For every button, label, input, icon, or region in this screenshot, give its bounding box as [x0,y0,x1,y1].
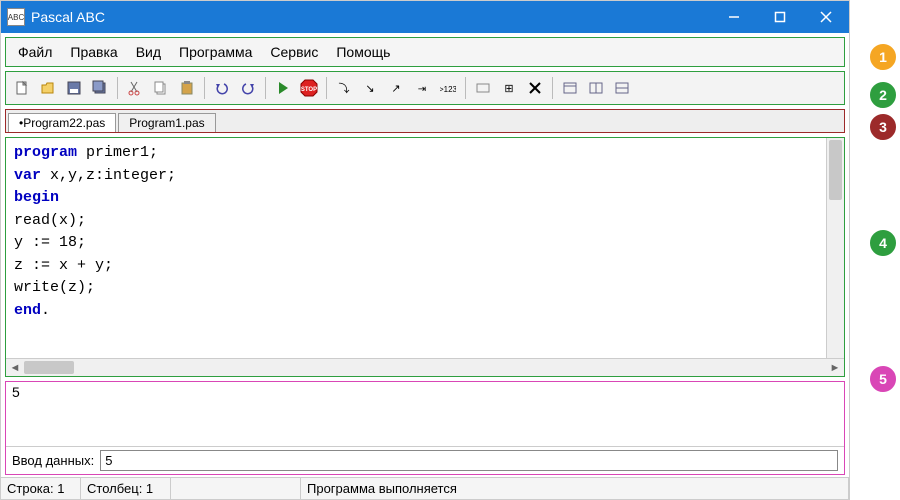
open-icon[interactable] [36,76,60,100]
tab[interactable]: •Program22.pas [8,113,116,132]
status-column: Столбец: 1 [81,478,171,499]
window3-icon[interactable] [610,76,634,100]
window2-icon[interactable] [584,76,608,100]
menu-сервис[interactable]: Сервис [262,41,326,63]
titlebar: ABC Pascal ABC [1,1,849,33]
window-title: Pascal ABC [31,9,711,25]
new-file-icon[interactable] [10,76,34,100]
input-label: Ввод данных: [12,453,94,468]
save-icon[interactable] [62,76,86,100]
app-icon: ABC [7,8,25,26]
step-into-icon[interactable]: ↘ [358,76,382,100]
undo-icon[interactable] [210,76,234,100]
menu-вид[interactable]: Вид [128,41,169,63]
paste-icon[interactable] [175,76,199,100]
scroll-right-icon[interactable]: ► [826,362,844,374]
annotation-badge-4: 4 [870,230,896,256]
annotation-badge-1: 1 [870,44,896,70]
status-message: Программа выполняется [301,478,849,499]
tabbar: •Program22.pasProgram1.pas [5,109,845,133]
step-out-icon[interactable]: ↗ [384,76,408,100]
maximize-button[interactable] [757,1,803,33]
save-all-icon[interactable] [88,76,112,100]
annotation-badge-5: 5 [870,366,896,392]
output-text: 5 [6,382,844,446]
menu-правка[interactable]: Правка [62,41,125,63]
statusbar: Строка: 1 Столбец: 1 Программа выполняет… [1,477,849,499]
menu-файл[interactable]: Файл [10,41,60,63]
horizontal-scrollbar[interactable]: ◄ ► [6,358,844,376]
input-field[interactable]: 5 [100,450,838,471]
menu-программа[interactable]: Программа [171,41,260,63]
run-icon[interactable] [271,76,295,100]
annotation-badge-3: 3 [870,114,896,140]
toggle-icon[interactable]: ⊞ [497,76,521,100]
annotation-badge-2: 2 [870,82,896,108]
minimize-button[interactable] [711,1,757,33]
svg-text:↗: ↗ [391,83,400,95]
svg-text:⤵: ⤵ [339,82,350,95]
svg-text:↘: ↘ [365,83,374,95]
breakpoint-icon[interactable] [471,76,495,100]
status-line: Строка: 1 [1,478,81,499]
annotation-badges: 1 2 3 4 5 [870,36,896,392]
run-to-cursor-icon[interactable]: ⇥ [410,76,434,100]
scroll-thumb[interactable] [829,140,842,200]
svg-text:⇥: ⇥ [418,84,426,95]
menubar: ФайлПравкаВидПрограммаСервисПомощь [5,37,845,67]
tab[interactable]: Program1.pas [118,113,215,132]
delete-icon[interactable] [523,76,547,100]
svg-text:⊞: ⊞ [504,83,513,95]
step-over-icon[interactable]: ⤵ [332,76,356,100]
code-editor[interactable]: program primer1;var x,y,z:integer;beginr… [6,138,826,358]
scroll-left-icon[interactable]: ◄ [6,362,24,374]
output-panel: 5 Ввод данных: 5 [5,381,845,475]
toolbar: STOP ⤵ ↘ ↗ ⇥ >123 ⊞ [5,71,845,105]
copy-icon[interactable] [149,76,173,100]
status-spacer [171,478,301,499]
window1-icon[interactable] [558,76,582,100]
add-watch-icon[interactable]: >123 [436,76,460,100]
svg-text:STOP: STOP [301,87,317,93]
scroll-thumb[interactable] [24,361,74,374]
svg-text:>123: >123 [440,85,456,94]
stop-icon[interactable]: STOP [297,76,321,100]
editor-panel: program primer1;var x,y,z:integer;beginr… [5,137,845,377]
close-button[interactable] [803,1,849,33]
cut-icon[interactable] [123,76,147,100]
redo-icon[interactable] [236,76,260,100]
menu-помощь[interactable]: Помощь [328,41,398,63]
vertical-scrollbar[interactable] [826,138,844,358]
